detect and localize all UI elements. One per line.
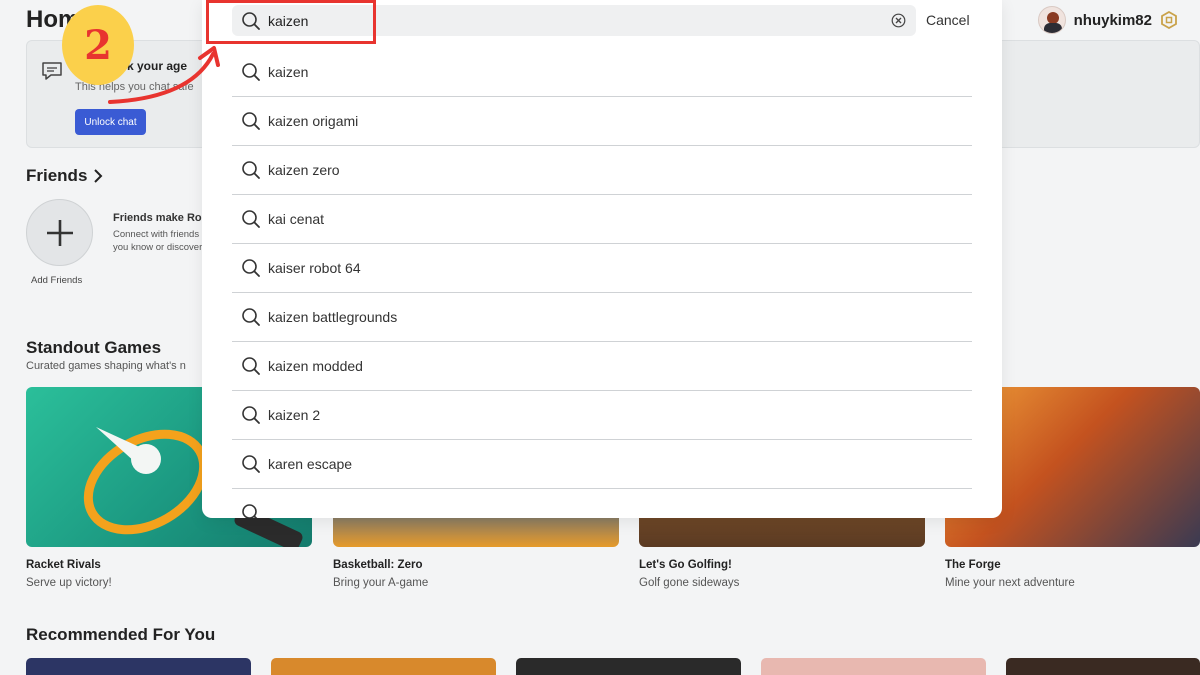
search-suggestion[interactable]: kaizen 2: [232, 391, 972, 440]
game-title[interactable]: The Forge: [945, 559, 1001, 571]
search-icon: [242, 308, 260, 326]
unlock-chat-button[interactable]: Unlock chat: [75, 109, 146, 135]
username[interactable]: nhuykim82: [1074, 12, 1152, 29]
game-title[interactable]: Let's Go Golfing!: [639, 559, 732, 571]
standout-games-title: Standout Games: [26, 338, 162, 357]
game-description: Serve up victory!: [26, 577, 112, 589]
search-icon: [242, 63, 260, 81]
plus-icon: [46, 219, 73, 246]
search-suggestion-partial[interactable]: [232, 489, 972, 518]
curved-arrow-icon: [108, 46, 220, 104]
suggestion-label[interactable]: kaizen: [268, 64, 308, 80]
search-icon: [242, 357, 260, 375]
cancel-button[interactable]: Cancel: [926, 12, 970, 28]
clear-search-icon[interactable]: [891, 13, 906, 28]
recommended-game-thumbnail[interactable]: [516, 658, 741, 675]
user-profile[interactable]: nhuykim82: [1037, 6, 1178, 34]
recommended-game-thumbnail[interactable]: [1006, 658, 1200, 675]
recommended-game-thumbnail[interactable]: [761, 658, 986, 675]
search-icon: [242, 504, 258, 518]
search-icon: [242, 161, 260, 179]
suggestion-label[interactable]: karen escape: [268, 456, 352, 472]
game-title[interactable]: Basketball: Zero: [333, 559, 422, 571]
avatar[interactable]: [1037, 6, 1066, 34]
search-suggestion[interactable]: karen escape: [232, 440, 972, 489]
friends-info-title: Friends make Ro: [113, 212, 202, 224]
standout-games-subtitle: Curated games shaping what's n: [26, 360, 186, 372]
chevron-right-icon[interactable]: [93, 169, 103, 183]
suggestion-label[interactable]: kaizen modded: [268, 358, 363, 374]
add-friends-button[interactable]: [26, 199, 93, 266]
search-suggestion[interactable]: kai cenat: [232, 195, 972, 244]
search-icon: [242, 210, 260, 228]
search-icon: [242, 406, 260, 424]
suggestion-label[interactable]: kaizen battlegrounds: [268, 309, 397, 325]
search-highlight-box: [206, 0, 376, 44]
suggestion-label[interactable]: kaiser robot 64: [268, 260, 361, 276]
robux-icon[interactable]: [1160, 11, 1178, 29]
add-friends-label: Add Friends: [31, 275, 83, 286]
game-title[interactable]: Racket Rivals: [26, 559, 101, 571]
recommended-game-thumbnail[interactable]: [26, 658, 251, 675]
friends-title[interactable]: Friends: [26, 166, 87, 186]
suggestion-label[interactable]: kaizen origami: [268, 113, 358, 129]
search-suggestions-list: kaizen kaizen origami kaizen zero kai ce…: [232, 48, 972, 518]
search-suggestion[interactable]: kaiser robot 64: [232, 244, 972, 293]
search-icon: [242, 112, 260, 130]
recommended-title: Recommended For You: [26, 625, 216, 644]
friends-heading[interactable]: Friends: [26, 166, 103, 186]
search-icon: [242, 455, 260, 473]
search-suggestion[interactable]: kaizen origami: [232, 97, 972, 146]
suggestion-label[interactable]: kai cenat: [268, 211, 324, 227]
search-icon: [242, 259, 260, 277]
suggestion-label[interactable]: kaizen zero: [268, 162, 340, 178]
search-overlay: Cancel kaizen kaizen origami kaizen zero…: [202, 0, 1002, 518]
friends-info-subtitle: Connect with friends you know or discove…: [113, 229, 211, 253]
suggestion-label[interactable]: kaizen 2: [268, 407, 320, 423]
search-suggestion[interactable]: kaizen zero: [232, 146, 972, 195]
search-suggestion[interactable]: kaizen modded: [232, 342, 972, 391]
game-description: Bring your A-game: [333, 577, 429, 589]
search-suggestion[interactable]: kaizen battlegrounds: [232, 293, 972, 342]
search-suggestion[interactable]: kaizen: [232, 48, 972, 97]
chat-icon: [42, 62, 62, 80]
recommended-game-thumbnail[interactable]: [271, 658, 496, 675]
game-description: Golf gone sideways: [639, 577, 740, 589]
game-description: Mine your next adventure: [945, 577, 1075, 589]
